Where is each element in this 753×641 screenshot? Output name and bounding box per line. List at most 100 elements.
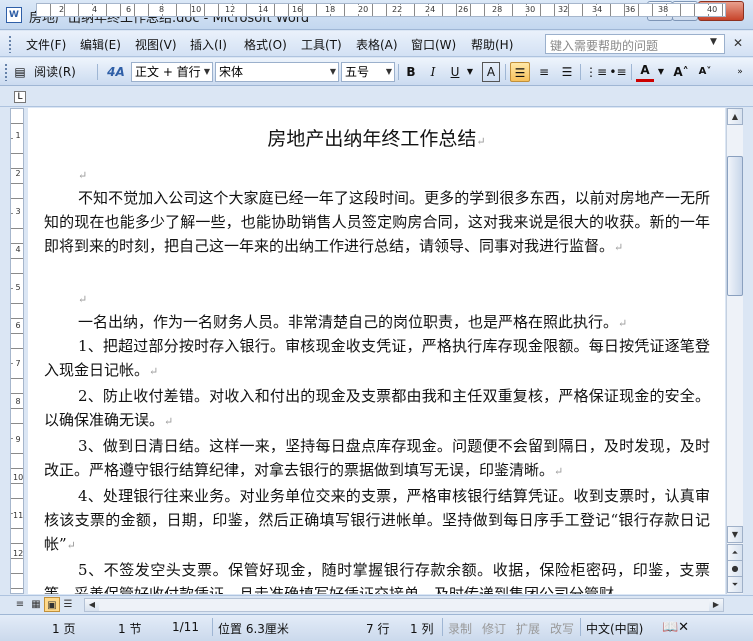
align-left-button[interactable]: ☰ xyxy=(510,62,530,82)
extend-mode[interactable]: 扩展 xyxy=(516,620,540,637)
status-line: 7 行 xyxy=(366,622,390,636)
bullets-icon[interactable]: •≡ xyxy=(608,62,628,82)
document-close-button[interactable]: ✕ xyxy=(733,36,743,50)
align-center-button[interactable]: ≡ xyxy=(534,62,554,82)
menu-edit[interactable]: 编辑(E) xyxy=(80,36,121,53)
status-language[interactable]: 中文(中国) xyxy=(586,620,643,637)
character-border-button[interactable]: A xyxy=(482,62,500,82)
chevron-down-icon: ▼ xyxy=(329,67,336,76)
ruler-number: 11 xyxy=(13,511,24,520)
scroll-down-icon[interactable]: ▼ xyxy=(727,526,743,543)
menu-help[interactable]: 帮助(H) xyxy=(471,36,513,53)
scroll-up-icon[interactable]: ▲ xyxy=(727,108,743,125)
ruler-number: 10 xyxy=(13,473,24,482)
ruler-number: 8 xyxy=(13,397,23,406)
ruler-number: 26 xyxy=(458,5,469,14)
ruler-number: 8 xyxy=(159,5,165,14)
italic-button[interactable]: I xyxy=(424,62,442,82)
word-icon[interactable]: W xyxy=(6,7,22,23)
grow-font-button[interactable]: A˄ xyxy=(670,62,692,82)
paragraph: 2、防止收付差错。对收入和付出的现金及支票都由我和主任双重复核，严格保证现金的安… xyxy=(44,387,710,429)
next-page-icon[interactable]: ⏷ xyxy=(727,576,743,593)
browse-object-icon[interactable]: ● xyxy=(727,560,743,577)
horizontal-scrollbar[interactable]: ◀ ▶ xyxy=(84,598,724,612)
font-select[interactable]: 宋体 ▼ xyxy=(215,62,339,82)
ruler-number: 1 xyxy=(13,131,23,140)
ruler-number: 18 xyxy=(325,5,336,14)
toolbar-separator xyxy=(398,64,399,80)
scroll-right-icon[interactable]: ▶ xyxy=(709,599,723,611)
menu-window[interactable]: 窗口(W) xyxy=(411,36,456,53)
status-page-of: 1/11 xyxy=(172,620,199,634)
toolbar-options-icon[interactable]: » xyxy=(733,62,747,82)
chevron-down-icon[interactable]: ▼ xyxy=(464,62,476,82)
print-view-icon[interactable]: ▣ xyxy=(44,597,60,612)
paragraph: 4、处理银行往来业务。对业务单位交来的支票，严格审核银行结算凭证。收到支票时，认… xyxy=(44,487,710,553)
menu-format[interactable]: 格式(O) xyxy=(244,36,287,53)
menubar-grip-icon[interactable] xyxy=(8,35,12,53)
style-value: 正文 + 首行 xyxy=(135,65,201,79)
vertical-scrollbar[interactable]: ▲ ▼ ⏶ ● ⏷ xyxy=(726,108,743,594)
ruler-number: 14 xyxy=(258,5,269,14)
outline-view-icon[interactable]: ☰ xyxy=(60,597,76,612)
tab-stop-selector[interactable]: L xyxy=(14,91,26,103)
ruler-number: 6 xyxy=(13,321,23,330)
ruler-number: 3 xyxy=(13,207,23,216)
formatting-toolbar: ▤ 阅读(R) 4A 正文 + 首行 ▼ 宋体 ▼ 五号 ▼ B I U ▼ A ☰ … xyxy=(0,58,753,86)
toolbar-grip-icon[interactable] xyxy=(4,63,8,81)
previous-page-icon[interactable]: ⏶ xyxy=(727,544,743,561)
help-search-input[interactable]: 键入需要帮助的问题 xyxy=(545,34,725,54)
ruler-number: 36 xyxy=(625,5,636,14)
ruler-number: 4 xyxy=(13,245,23,254)
ruler-number: 22 xyxy=(392,5,403,14)
status-separator xyxy=(212,618,213,636)
ruler-number: 7 xyxy=(13,359,23,368)
vertical-ruler[interactable]: 1 2 3 4 5 6 7 8 9 10 11 12 xyxy=(10,108,24,594)
paragraph: 1、把超过部分按时存入银行。审核现金收支凭证，严格执行库存现金限额。每日按凭证逐… xyxy=(44,337,710,379)
spelling-status-icon[interactable]: 📖✕ xyxy=(662,620,689,635)
font-value: 宋体 xyxy=(219,65,244,79)
menu-tools[interactable]: 工具(T) xyxy=(301,36,342,53)
menu-view[interactable]: 视图(V) xyxy=(135,36,177,53)
web-view-icon[interactable]: ▦ xyxy=(28,597,44,612)
font-size-value: 五号 xyxy=(345,65,370,79)
font-color-button[interactable]: A xyxy=(636,62,654,82)
style-select[interactable]: 正文 + 首行 ▼ xyxy=(131,62,213,82)
menu-insert[interactable]: 插入(I) xyxy=(190,36,227,53)
normal-view-icon[interactable]: ≡ xyxy=(12,597,28,612)
document-page[interactable]: 房地产出纳年终工作总结↵ ↵ 不知不觉加入公司这个大家庭已经一年了这段时间。更多… xyxy=(28,108,725,594)
read-button[interactable]: 阅读(R) xyxy=(28,62,82,82)
record-mode[interactable]: 录制 xyxy=(448,620,472,637)
chevron-down-icon[interactable]: ▼ xyxy=(655,62,667,82)
paragraph: 5、不签发空头支票。保管好现金，随时掌握银行存款余额。收据，保险柜密码，印鉴，支… xyxy=(44,561,710,594)
ruler-number: 6 xyxy=(126,5,132,14)
ruler-number: 2 xyxy=(13,169,23,178)
paragraph: 3、做到日清日结。这样一来，坚持每日盘点库存现金。问题便不会留到隔日，及时发现，… xyxy=(44,437,710,479)
chevron-down-icon: ▼ xyxy=(203,67,210,76)
paragraph: 不知不觉加入公司这个大家庭已经一年了这段时间。更多的学到很多东西，以前对房地产一… xyxy=(44,189,710,255)
track-changes-mode[interactable]: 修订 xyxy=(482,620,506,637)
ruler-number: 38 xyxy=(658,5,669,14)
bold-button[interactable]: B xyxy=(402,62,420,82)
font-size-select[interactable]: 五号 ▼ xyxy=(341,62,395,82)
ruler-number: 34 xyxy=(592,5,603,14)
ruler-number: 4 xyxy=(92,5,98,14)
scroll-left-icon[interactable]: ◀ xyxy=(85,599,99,611)
ruler-number: 24 xyxy=(425,5,436,14)
shrink-font-button[interactable]: A˅ xyxy=(694,62,716,82)
menu-table[interactable]: 表格(A) xyxy=(356,36,398,53)
underline-button[interactable]: U xyxy=(446,62,464,82)
scroll-thumb[interactable] xyxy=(727,156,743,296)
menu-file[interactable]: 文件(F) xyxy=(26,36,66,53)
toolbar-separator xyxy=(97,64,98,80)
align-right-button[interactable]: ☰ xyxy=(557,62,577,82)
ruler-number: 32 xyxy=(558,5,569,14)
status-section: 1 节 xyxy=(118,622,142,636)
overtype-mode[interactable]: 改写 xyxy=(550,620,574,637)
paragraph: 一名出纳，作为一名财务人员。非常清楚自己的岗位职责，也是严格在照此执行。↵ xyxy=(78,313,628,331)
horizontal-ruler[interactable]: 2 4 6 8 10 12 14 16 18 20 22 24 26 28 30… xyxy=(36,3,726,17)
numbering-icon[interactable]: ⋮≡ xyxy=(585,62,607,82)
ruler-number: 5 xyxy=(13,283,23,292)
chevron-down-icon[interactable]: ▼ xyxy=(710,37,717,47)
styles-pane-icon[interactable]: 4A xyxy=(104,62,128,82)
